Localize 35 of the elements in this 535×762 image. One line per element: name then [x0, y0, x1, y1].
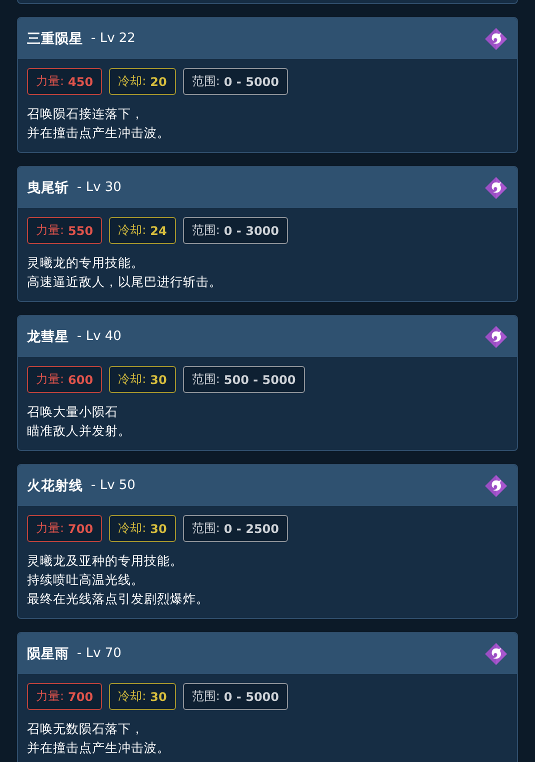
stat-tag: 冷却: 30 [109, 683, 176, 710]
skill-name: 火花射线 [27, 476, 83, 494]
skill-name: 陨星雨 [27, 644, 69, 662]
skill-description: 灵曦龙的专用技能。 高速逼近敌人，以尾巴进行斩击。 [27, 254, 223, 291]
stat-tag: 力量: 700 [27, 683, 102, 710]
stat-tag: 冷却: 30 [109, 366, 176, 393]
stat-tag: 力量: 550 [27, 217, 102, 244]
skill-description: 召唤大量小陨石 瞄准敌人并发射。 [27, 403, 132, 440]
stat-tag: 力量: 450 [27, 68, 102, 95]
skill-level: - Lv 50 [91, 478, 136, 493]
stat-tag: 范围: 0 - 3000 [182, 217, 288, 244]
stat-tag: 范围: 0 - 5000 [182, 683, 288, 710]
dragon-icon [484, 26, 508, 50]
skill-name: 曳尾斩 [27, 178, 69, 196]
dragon-icon [484, 642, 508, 666]
skill-name: 三重陨星 [27, 30, 83, 48]
stat-tag: 力量: 700 [27, 515, 102, 542]
stat-tag: 冷却: 20 [109, 68, 176, 95]
dragon-icon [484, 324, 508, 348]
stat-tag: 力量: 600 [27, 366, 102, 393]
skill-level: - Lv 22 [91, 31, 136, 46]
skill-level: - Lv 30 [77, 180, 122, 195]
stat-tag: 范围: 0 - 5000 [182, 68, 288, 95]
dragon-icon [484, 474, 508, 498]
skill-description: 召唤无数陨石落下， 并在撞击点产生冲击波。 [27, 720, 171, 757]
skill-name: 龙彗星 [27, 328, 69, 346]
dragon-icon [484, 176, 508, 200]
skill-description: 召唤陨石接连落下， 并在撞击点产生冲击波。 [27, 105, 171, 142]
stat-tag: 范围: 0 - 2500 [182, 515, 288, 542]
stat-tag: 范围: 500 - 5000 [182, 366, 305, 393]
stat-tag: 冷却: 24 [109, 217, 176, 244]
skill-description: 灵曦龙及亚种的专用技能。 持续喷吐高温光线。 最终在光线落点引发剧烈爆炸。 [27, 552, 210, 608]
skill-level: - Lv 70 [77, 646, 122, 661]
skill-level: - Lv 40 [77, 329, 122, 344]
stat-tag: 冷却: 30 [109, 515, 176, 542]
